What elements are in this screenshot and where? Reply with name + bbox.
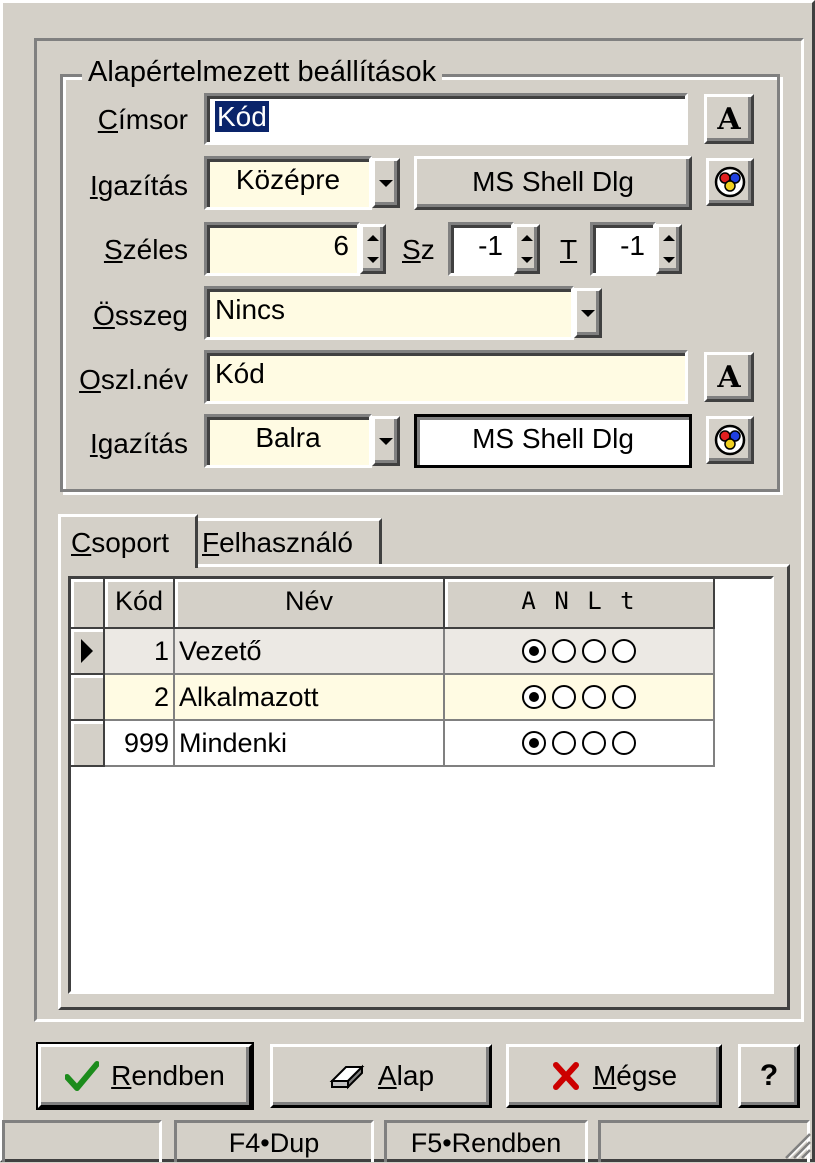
radio-n[interactable] [552, 685, 576, 709]
size-grip-icon[interactable] [782, 1130, 812, 1160]
cell-kod[interactable]: 1 [105, 629, 175, 675]
osszeg-dropdown-button[interactable] [574, 288, 602, 338]
ok-button-label: Rendben [111, 1060, 225, 1091]
cancel-button-label: Mégse [592, 1060, 678, 1091]
spin-up-icon [367, 235, 379, 241]
radio-l[interactable] [582, 685, 606, 709]
radio-l[interactable] [582, 731, 606, 755]
igazitas2-label: Igazítás [89, 428, 188, 459]
eraser-icon [329, 1064, 365, 1090]
column-header-nev[interactable]: Név [175, 579, 445, 629]
radio-t[interactable] [612, 731, 636, 755]
radio-n[interactable] [552, 639, 576, 663]
checkmark-icon [65, 1061, 100, 1091]
status-pane-1 [2, 1120, 162, 1162]
status-pane-4 [598, 1120, 810, 1162]
osszeg-select[interactable]: Nincs [204, 286, 574, 340]
igazitas2-dropdown-button[interactable] [372, 416, 400, 466]
radio-a-selected[interactable] [522, 639, 546, 663]
spin-up-icon [663, 235, 675, 241]
oszlnev-font-display[interactable]: MS Shell Dlg [414, 414, 692, 468]
igazitas-dropdown-button[interactable] [372, 158, 400, 208]
chevron-down-icon [581, 309, 595, 317]
sz-spinner[interactable] [514, 224, 540, 274]
oszlnev-color-button[interactable] [706, 416, 754, 464]
cell-kod[interactable]: 999 [105, 721, 175, 767]
alap-button[interactable]: Alap [270, 1044, 492, 1108]
szeles-input[interactable]: 6 [204, 222, 360, 276]
radio-a-selected[interactable] [522, 685, 546, 709]
igazitas-select[interactable]: Középre [204, 156, 372, 210]
osszeg-label: Összeg [93, 300, 188, 331]
status-pane-f5: F5•Rendben [384, 1120, 588, 1162]
help-button[interactable]: ? [738, 1044, 800, 1108]
cell-flags[interactable] [445, 675, 715, 721]
cancel-button[interactable]: Mégse [506, 1044, 722, 1108]
oszlnev-label: Oszl.név [79, 364, 188, 395]
szeles-label: Széles [103, 234, 188, 265]
cross-icon [552, 1062, 579, 1090]
spin-down-icon [521, 257, 533, 263]
ok-button[interactable]: Rendben [36, 1042, 254, 1110]
cell-flags[interactable] [445, 629, 715, 675]
t-spinner[interactable] [656, 224, 682, 274]
sz-input[interactable]: -1 [448, 222, 514, 276]
row-indicator[interactable] [71, 629, 105, 675]
radio-t[interactable] [612, 639, 636, 663]
radio-a-selected[interactable] [522, 731, 546, 755]
cimsor-font-display[interactable]: MS Shell Dlg [414, 156, 692, 210]
row-indicator[interactable] [71, 675, 105, 721]
t-label: T [560, 234, 578, 265]
igazitas-label: Igazítás [89, 170, 188, 201]
t-input[interactable]: -1 [590, 222, 656, 276]
spin-up-icon [521, 235, 533, 241]
alap-button-label: Alap [377, 1060, 435, 1091]
chevron-down-icon [379, 437, 393, 445]
cell-nev[interactable]: Vezető [175, 629, 445, 675]
color-palette-icon [714, 424, 746, 456]
color-palette-icon [714, 166, 746, 198]
grid-corner [71, 579, 105, 629]
cimsor-font-button[interactable]: A [704, 94, 754, 144]
cimsor-input[interactable]: Kód [204, 93, 688, 145]
column-header-kod[interactable]: Kód [105, 579, 175, 629]
radio-l[interactable] [582, 639, 606, 663]
group-grid[interactable]: Kód Név A N L t 1 Vezető 2 Alkalmazott 9… [68, 576, 774, 994]
spin-down-icon [367, 257, 379, 263]
igazitas2-select[interactable]: Balra [204, 414, 372, 468]
tab-felhasznalo[interactable]: Felhasználó [196, 518, 382, 564]
sz-label: Sz [402, 234, 435, 265]
cell-flags[interactable] [445, 721, 715, 767]
current-row-arrow-icon [81, 639, 93, 663]
spin-down-icon [663, 257, 675, 263]
tab-csoport[interactable]: Csoport [58, 514, 198, 568]
groupbox-title: Alapértelmezett beállítások [82, 52, 443, 92]
oszlnev-input[interactable]: Kód [204, 350, 688, 404]
cell-nev[interactable]: Alkalmazott [175, 675, 445, 721]
status-pane-f4: F4•Dup [174, 1120, 374, 1162]
cell-kod[interactable]: 2 [105, 675, 175, 721]
row-indicator[interactable] [71, 721, 105, 767]
oszlnev-font-button[interactable]: A [704, 352, 754, 402]
cimsor-label: Címsor [97, 104, 188, 135]
column-header-flags[interactable]: A N L t [445, 579, 715, 629]
chevron-down-icon [379, 179, 393, 187]
radio-t[interactable] [612, 685, 636, 709]
cell-nev[interactable]: Mindenki [175, 721, 445, 767]
cimsor-color-button[interactable] [706, 158, 754, 206]
szeles-spinner[interactable] [360, 224, 386, 274]
radio-n[interactable] [552, 731, 576, 755]
